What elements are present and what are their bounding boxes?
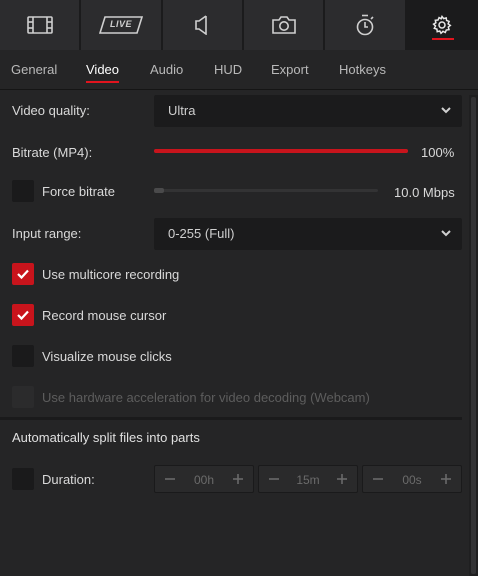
checkmark-icon (17, 310, 29, 321)
bitrate-slider[interactable] (154, 149, 408, 153)
bitrate-label: Bitrate (MP4): (12, 145, 93, 160)
top-toolbar: LIVE (0, 0, 478, 50)
vertical-scrollbar[interactable] (469, 95, 478, 576)
screenshot-button[interactable] (243, 0, 324, 50)
video-quality-dropdown[interactable]: Ultra (154, 95, 462, 127)
duration-label: Duration: (42, 472, 95, 487)
chevron-down-icon (440, 227, 452, 242)
visualize-mouse-clicks-label: Visualize mouse clicks (42, 349, 172, 364)
camera-icon (271, 15, 297, 35)
timer-icon (355, 14, 375, 36)
settings-button[interactable] (406, 0, 478, 50)
checkmark-icon (17, 269, 29, 280)
force-bitrate-slider (154, 188, 378, 193)
audio-button[interactable] (162, 0, 242, 50)
gear-icon (432, 15, 452, 35)
duration-checkbox[interactable] (12, 468, 34, 490)
tab-general[interactable]: General (11, 62, 57, 77)
hardware-acceleration-checkbox (12, 386, 34, 408)
video-quality-label: Video quality: (12, 103, 90, 118)
chevron-down-icon (440, 104, 452, 119)
force-bitrate-label: Force bitrate (42, 184, 115, 199)
visualize-mouse-clicks-checkbox[interactable] (12, 345, 34, 367)
tab-hud[interactable]: HUD (214, 62, 242, 77)
plus-icon (231, 472, 245, 486)
force-bitrate-checkbox[interactable] (12, 180, 34, 202)
input-range-value: 0-255 (Full) (168, 226, 235, 241)
record-mouse-cursor-checkbox[interactable] (12, 304, 34, 326)
audio-icon (195, 15, 209, 35)
timer-button[interactable] (325, 0, 405, 50)
video-quality-value: Ultra (168, 103, 196, 118)
input-range-dropdown[interactable]: 0-255 (Full) (154, 218, 462, 250)
live-streaming-button[interactable]: LIVE (81, 0, 161, 50)
live-icon: LIVE (98, 16, 143, 34)
multicore-recording-checkbox[interactable] (12, 263, 34, 285)
hours-stepper: 00h (154, 465, 254, 493)
video-recording-button[interactable] (0, 0, 80, 50)
bitrate-slider-fill (154, 149, 408, 153)
tab-hotkeys[interactable]: Hotkeys (339, 62, 386, 77)
plus-icon (335, 472, 349, 486)
minutes-stepper: 15m (258, 465, 358, 493)
force-bitrate-value: 10.0 Mbps (394, 185, 455, 200)
settings-tabs: General Video Audio HUD Export Hotkeys (0, 50, 478, 90)
active-tab-underline (86, 81, 120, 83)
input-range-label: Input range: (12, 226, 82, 241)
film-icon (26, 15, 53, 35)
seconds-stepper: 00s (362, 465, 462, 493)
tab-video[interactable]: Video (86, 62, 120, 83)
plus-icon (439, 472, 453, 486)
scrollbar-thumb[interactable] (471, 97, 476, 574)
tab-video-label: Video (86, 62, 120, 77)
split-files-title: Automatically split files into parts (12, 430, 200, 445)
multicore-recording-label: Use multicore recording (42, 267, 180, 282)
force-bitrate-slider-handle (154, 188, 164, 193)
record-mouse-cursor-label: Record mouse cursor (42, 308, 167, 323)
bitrate-value: 100% (421, 145, 455, 160)
tab-audio[interactable]: Audio (150, 62, 183, 77)
section-divider (0, 417, 462, 420)
tab-export[interactable]: Export (271, 62, 309, 77)
hardware-acceleration-label: Use hardware acceleration for video deco… (42, 390, 370, 405)
active-section-indicator (431, 38, 454, 40)
live-label: LIVE (109, 19, 132, 29)
